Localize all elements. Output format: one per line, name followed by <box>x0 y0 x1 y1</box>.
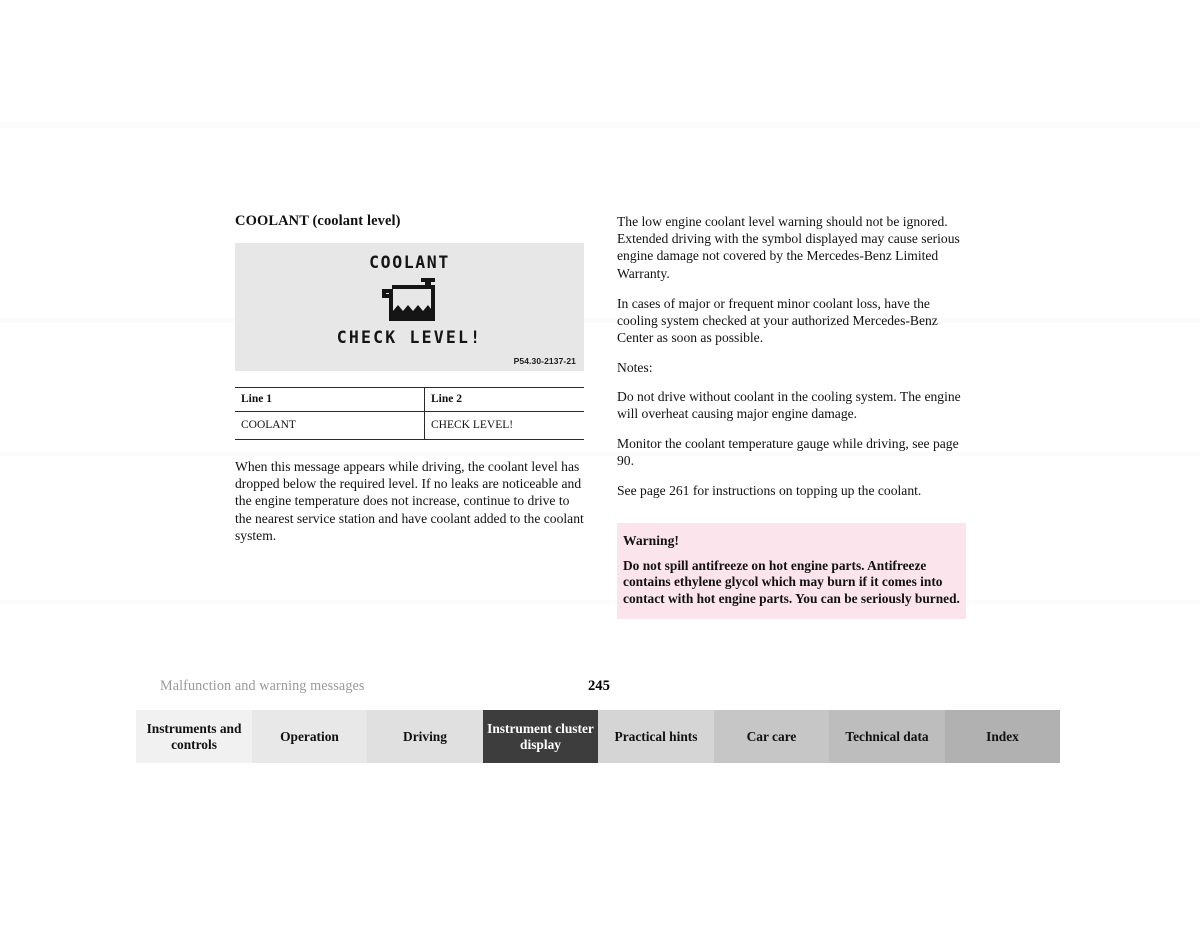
column-header-line-1: Line 1 <box>235 387 425 412</box>
chapter-tab-label: Car care <box>746 728 797 744</box>
warning-body: Do not spill antifreeze on hot engine pa… <box>623 557 960 606</box>
lcd-display: COOLANT CHECK LEVEL! <box>235 253 584 347</box>
warning-box: Warning! Do not spill antifreeze on hot … <box>617 522 966 620</box>
chapter-name: Malfunction and warning messages <box>160 678 365 694</box>
scan-band <box>0 122 1200 128</box>
chapter-tab-technical-data[interactable]: Technical data <box>829 710 945 763</box>
manual-page: COOLANT (coolant level) COOLANT CHECK LE… <box>0 0 1200 927</box>
page-title: COOLANT (coolant level) <box>235 213 401 229</box>
page-number: 245 <box>588 678 610 694</box>
chapter-tab-label: Instrument cluster display <box>487 720 594 752</box>
chapter-tab-label: Instruments and controls <box>146 720 242 752</box>
cell-line-2-value: CHECK LEVEL! <box>424 411 584 440</box>
chapter-tab-car-care[interactable]: Car care <box>714 710 829 763</box>
chapter-tab-driving[interactable]: Driving <box>367 710 483 763</box>
right-column: The low engine coolant level warning sho… <box>617 213 966 620</box>
coolant-reservoir-icon <box>381 277 435 321</box>
cell-line-1-value: COOLANT <box>235 411 425 440</box>
chapter-tab-operation[interactable]: Operation <box>252 710 367 763</box>
chapter-tab-label: Driving <box>403 728 447 744</box>
lcd-line-1: COOLANT <box>369 253 450 272</box>
instrument-cluster-figure: COOLANT CHECK LEVEL! P54.30-2137-21 <box>235 243 584 371</box>
chapter-tab-practical-hints[interactable]: Practical hints <box>598 710 714 763</box>
footer: Malfunction and warning messages 245 <box>160 678 1040 698</box>
note-item-3: See page 261 for instructions on topping… <box>617 483 922 499</box>
right-body-paragraph-2: In cases of major or frequent minor cool… <box>617 295 938 346</box>
table-header-row: Line 1 Line 2 <box>235 387 584 412</box>
message-lines-table: Line 1 Line 2 COOLANT CHECK LEVEL! <box>235 387 584 440</box>
lcd-line-2: CHECK LEVEL! <box>336 327 483 347</box>
notes-label: Notes: <box>617 360 653 376</box>
chapter-tab-instrument-cluster-display[interactable]: Instrument cluster display <box>483 710 598 763</box>
left-body-paragraph-1: When this message appears while driving,… <box>235 459 584 543</box>
chapter-tab-label: Technical data <box>845 728 929 744</box>
scan-band <box>0 452 1200 456</box>
figure-code: P54.30-2137-21 <box>513 356 576 366</box>
chapter-tab-label: Operation <box>280 728 339 744</box>
scan-band <box>0 600 1200 604</box>
chapter-tab-instruments-and-controls[interactable]: Instruments and controls <box>136 710 252 763</box>
chapter-tab-label: Index <box>986 728 1019 744</box>
note-item-2: Monitor the coolant temperature gauge wh… <box>617 436 959 469</box>
table-row: COOLANT CHECK LEVEL! <box>235 411 584 440</box>
warning-title: Warning! <box>623 532 679 548</box>
chapter-tab-index[interactable]: Index <box>945 710 1060 763</box>
column-header-line-2: Line 2 <box>424 387 584 412</box>
scan-band <box>0 318 1200 323</box>
left-column: COOLANT (coolant level) COOLANT CHECK LE… <box>235 213 584 557</box>
chapter-tab-label: Practical hints <box>614 728 698 744</box>
right-body-paragraph-1: The low engine coolant level warning sho… <box>617 214 960 281</box>
chapter-tab-bar: Instruments and controls Operation Driving… <box>136 710 1071 763</box>
note-item-1: Do not drive without coolant in the cool… <box>617 388 961 421</box>
